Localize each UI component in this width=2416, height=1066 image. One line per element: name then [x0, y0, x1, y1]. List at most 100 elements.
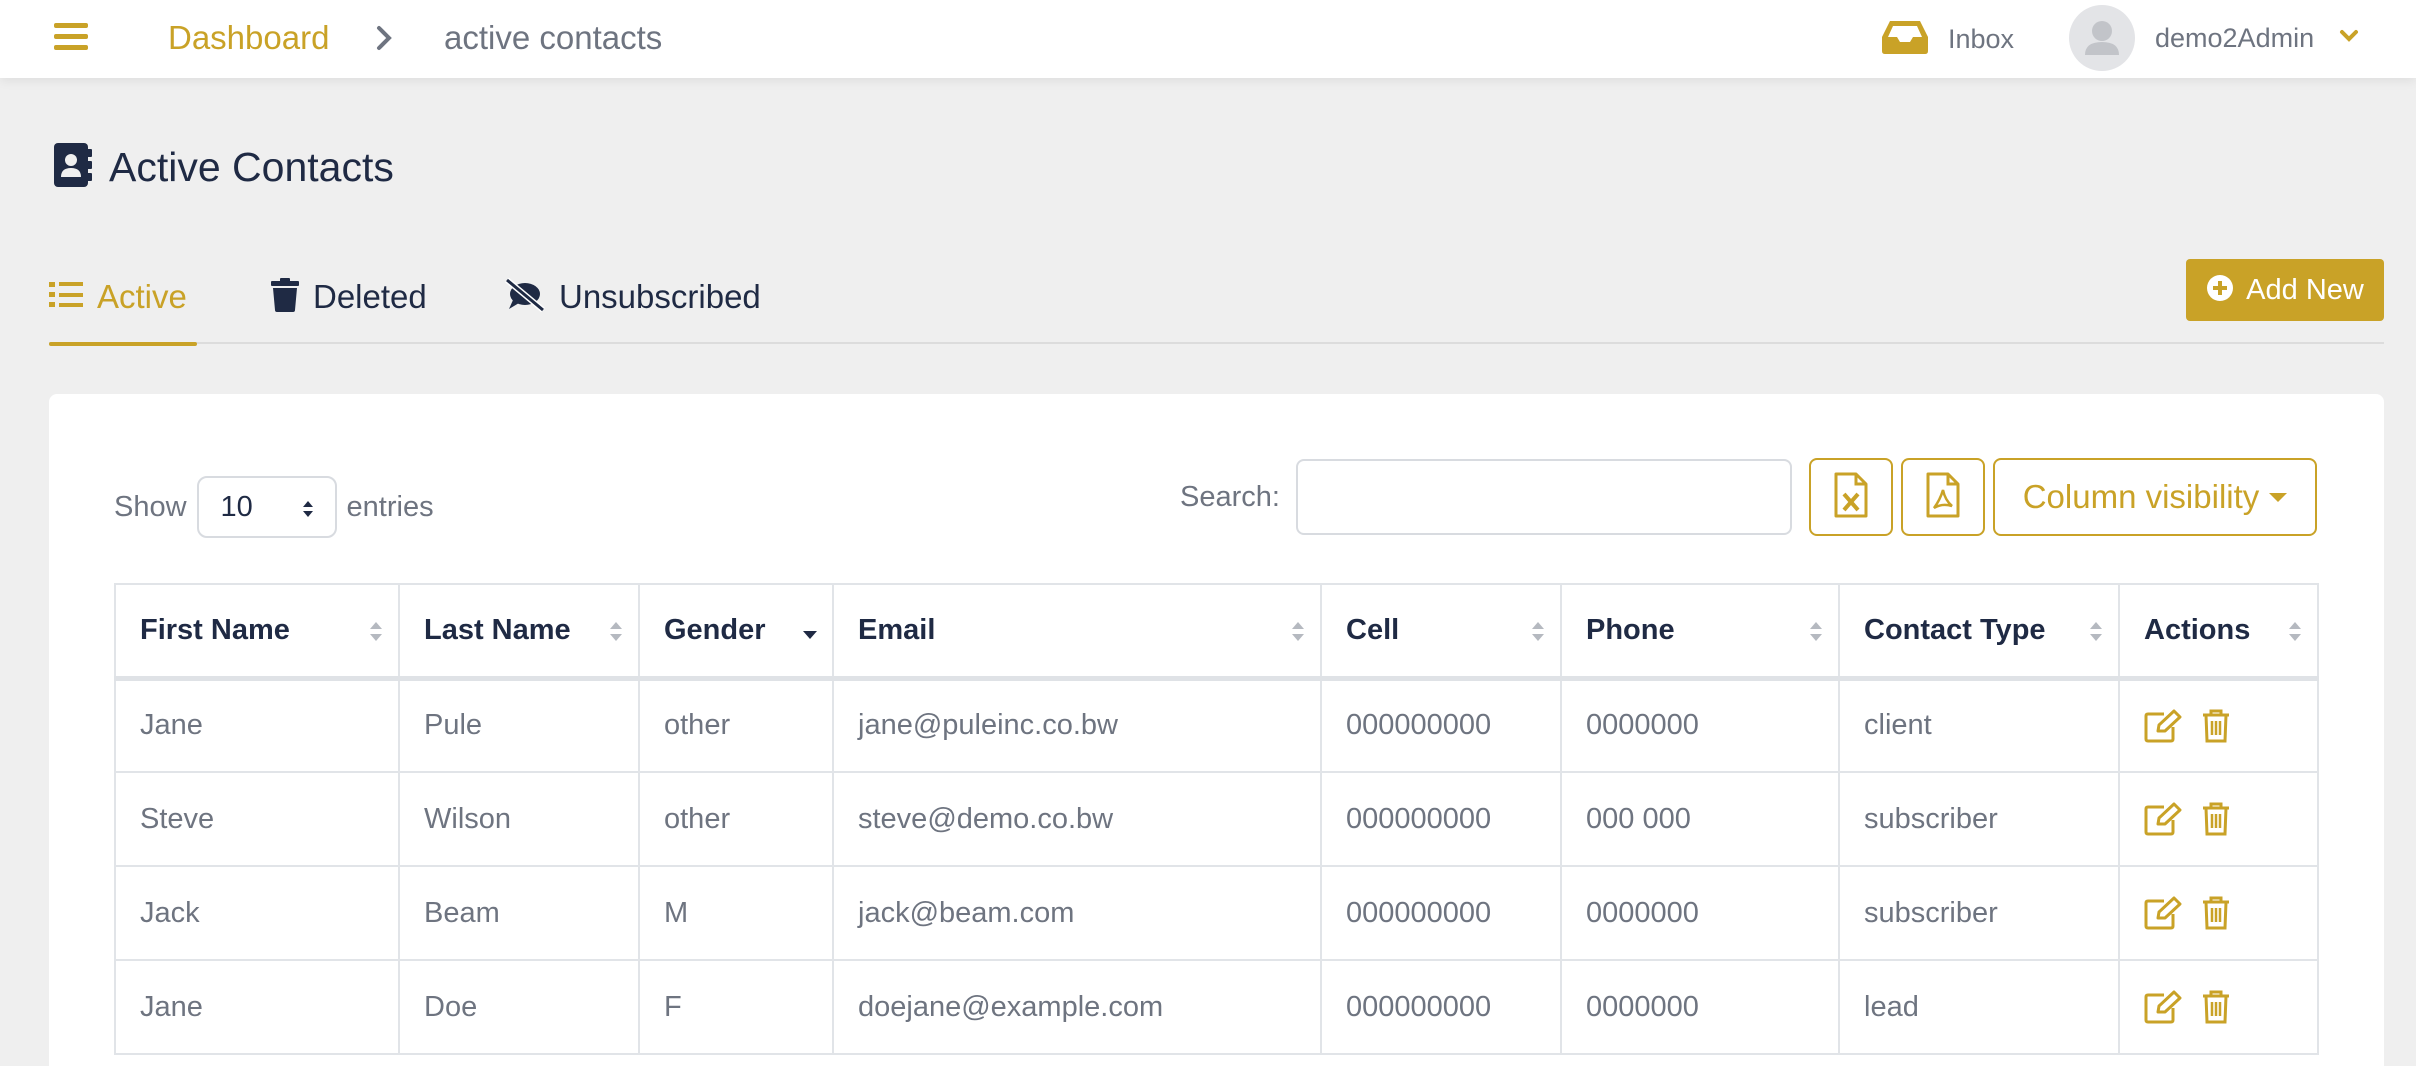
cell-gender: other [638, 677, 834, 773]
contact-tabs: Active Deleted Unsubscribed [49, 258, 2384, 346]
file-excel-icon [1834, 472, 1868, 523]
table-row: Jane Pule other jane@puleinc.co.bw 00000… [114, 677, 2319, 773]
delete-icon[interactable] [2202, 709, 2230, 743]
edit-icon[interactable] [2144, 709, 2182, 743]
sort-desc-icon [802, 619, 818, 653]
column-visibility-button[interactable]: Column visibility [1993, 458, 2317, 536]
cell-phone: 0000000 [1560, 959, 1840, 1055]
sort-icon [1290, 619, 1306, 653]
column-header-gender[interactable]: Gender [638, 583, 834, 681]
cell-email: jane@puleinc.co.bw [832, 677, 1322, 773]
tab-deleted[interactable]: Deleted [271, 258, 427, 344]
trash-icon [271, 277, 299, 317]
cell-contact-type: subscriber [1838, 771, 2120, 867]
cell-contact-type: lead [1838, 959, 2120, 1055]
sort-icon [1808, 619, 1824, 653]
file-pdf-icon [1926, 472, 1960, 523]
table-header-row: First Name Last Name Gender Email Cell P… [114, 583, 2319, 681]
export-pdf-button[interactable] [1901, 458, 1985, 536]
top-navbar: Dashboard active contacts Inbox demo2Adm… [0, 0, 2416, 78]
cell-first-name: Jane [114, 677, 400, 773]
user-name: demo2Admin [2155, 22, 2315, 53]
tab-unsubscribed[interactable]: Unsubscribed [505, 258, 761, 344]
column-header-last-name[interactable]: Last Name [398, 583, 640, 681]
cell-actions [2118, 677, 2319, 773]
cell-last-name: Beam [398, 865, 640, 961]
column-header-cell[interactable]: Cell [1320, 583, 1562, 681]
cell-email: doejane@example.com [832, 959, 1322, 1055]
sort-icon [368, 619, 384, 653]
column-header-first-name[interactable]: First Name [114, 583, 400, 681]
page-title: Active Contacts [109, 143, 394, 190]
menu-toggle-icon[interactable] [54, 23, 88, 53]
tab-unsubscribed-label: Unsubscribed [559, 278, 761, 315]
tab-active-label: Active [97, 278, 187, 315]
cell-phone: 000 000 [1560, 771, 1840, 867]
breadcrumb-dashboard-link[interactable]: Dashboard [168, 19, 329, 57]
table-row: Steve Wilson other steve@demo.co.bw 0000… [114, 771, 2319, 867]
caret-down-icon [2269, 492, 2288, 502]
chevron-down-icon [2338, 28, 2360, 49]
user-menu[interactable]: demo2Admin [2069, 5, 2360, 71]
cell-cell: 000000000 [1320, 677, 1562, 773]
column-header-email[interactable]: Email [832, 583, 1322, 681]
chevron-right-icon [374, 20, 396, 61]
search-input[interactable] [1295, 459, 1792, 535]
cell-first-name: Jack [114, 865, 400, 961]
export-excel-button[interactable] [1809, 458, 1893, 536]
contacts-table: First Name Last Name Gender Email Cell P… [114, 583, 2319, 1055]
comment-slash-icon [505, 277, 545, 317]
breadcrumb-current: active contacts [444, 19, 663, 56]
edit-icon[interactable] [2144, 990, 2182, 1024]
add-new-button[interactable]: Add New [2186, 259, 2384, 321]
search-label: Search: [1180, 480, 1280, 513]
edit-icon[interactable] [2144, 896, 2182, 930]
entries-select[interactable]: 10 [196, 476, 337, 538]
cell-actions [2118, 771, 2319, 867]
edit-icon[interactable] [2144, 802, 2182, 836]
column-header-actions[interactable]: Actions [2118, 583, 2319, 681]
sort-icon [1530, 619, 1546, 653]
list-icon [49, 280, 83, 315]
column-visibility-label: Column visibility [2022, 478, 2260, 515]
cell-gender: other [638, 771, 834, 867]
entries-value: 10 [220, 490, 253, 523]
cell-actions [2118, 865, 2319, 961]
cell-actions [2118, 959, 2319, 1055]
tab-active[interactable]: Active [49, 258, 197, 346]
cell-email: jack@beam.com [832, 865, 1322, 961]
table-row: Jack Beam M jack@beam.com 000000000 0000… [114, 865, 2319, 961]
table-row: Jane Doe F doejane@example.com 000000000… [114, 959, 2319, 1055]
add-new-label: Add New [2246, 273, 2364, 306]
cell-last-name: Pule [398, 677, 640, 773]
delete-icon[interactable] [2202, 990, 2230, 1024]
plus-circle-icon [2206, 274, 2234, 307]
entries-label: entries [346, 490, 434, 523]
select-arrows-icon [301, 496, 315, 529]
inbox-link[interactable]: Inbox [1880, 18, 2014, 60]
cell-contact-type: subscriber [1838, 865, 2120, 961]
address-book-icon [54, 142, 92, 192]
avatar [2069, 5, 2135, 71]
cell-gender: F [638, 959, 834, 1055]
column-header-contact-type[interactable]: Contact Type [1838, 583, 2120, 681]
cell-cell: 000000000 [1320, 865, 1562, 961]
inbox-label: Inbox [1948, 23, 2015, 54]
cell-cell: 000000000 [1320, 959, 1562, 1055]
search-control: Search: [1180, 458, 1792, 536]
sort-icon [2287, 619, 2303, 653]
contacts-card: Show 10 entries Search: Column visibilit… [49, 394, 2384, 1066]
cell-phone: 0000000 [1560, 677, 1840, 773]
page-heading: Active Contacts [54, 142, 394, 192]
column-header-phone[interactable]: Phone [1560, 583, 1840, 681]
sort-icon [2088, 619, 2104, 653]
inbox-icon [1880, 19, 1930, 60]
cell-last-name: Wilson [398, 771, 640, 867]
sort-icon [608, 619, 624, 653]
cell-first-name: Jane [114, 959, 400, 1055]
cell-phone: 0000000 [1560, 865, 1840, 961]
cell-gender: M [638, 865, 834, 961]
delete-icon[interactable] [2202, 896, 2230, 930]
cell-first-name: Steve [114, 771, 400, 867]
delete-icon[interactable] [2202, 802, 2230, 836]
